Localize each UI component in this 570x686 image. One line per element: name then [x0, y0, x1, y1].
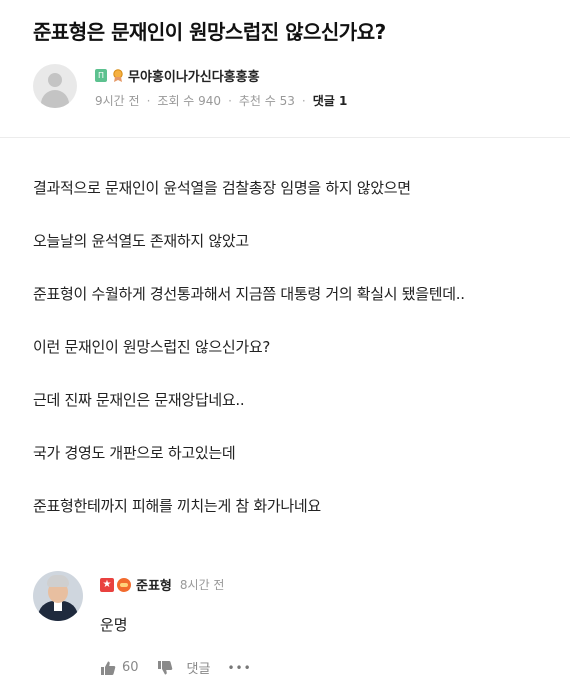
thumbs-up-icon[interactable] — [100, 660, 116, 676]
author-line: Π 무야홍이나가신다홍홍홍 — [95, 66, 260, 85]
comment-item: ★ 준표형 8시간 전 운명 60 댓글 ••• — [33, 571, 553, 681]
post-meta: 9시간 전 · 조회 수 940 · 추천 수 53 · 댓글 1 — [95, 92, 347, 109]
post-paragraph: 준표형한테까지 피해를 끼치는게 참 화가나네요 — [33, 497, 321, 515]
reply-button[interactable]: 댓글 — [187, 658, 211, 677]
more-options-icon[interactable]: ••• — [227, 661, 251, 675]
star-badge-icon: ★ — [100, 577, 114, 592]
post-paragraph: 이런 문재인이 원망스럽진 않으신가요? — [33, 338, 271, 356]
thumbs-down-icon[interactable] — [157, 660, 173, 676]
commenter-avatar[interactable] — [33, 571, 83, 621]
meta-separator: · — [146, 93, 151, 108]
post-body: 결과적으로 문재인이 윤석열을 검찰총장 임명을 하지 않았으면 오늘날의 윤석… — [33, 178, 553, 549]
post-paragraph: 준표형이 수월하게 경선통과해서 지금쯤 대통령 거의 확실시 됐을텐데.. — [33, 285, 465, 303]
comment-text: 운명 — [100, 616, 128, 634]
level-badge-icon: Π — [95, 69, 107, 82]
commenter-line: ★ 준표형 8시간 전 — [100, 575, 224, 594]
post-paragraph: 오늘날의 윤석열도 존재하지 않았고 — [33, 232, 249, 250]
view-count: 조회 수 940 — [157, 94, 222, 108]
post-paragraph: 결과적으로 문재인이 윤석열을 검찰총장 임명을 하지 않았으면 — [33, 179, 411, 197]
author-avatar[interactable] — [33, 64, 77, 108]
like-count: 60 — [122, 660, 139, 675]
medal-icon — [113, 68, 123, 82]
comment-time: 8시간 전 — [179, 578, 225, 592]
meta-separator: · — [301, 93, 306, 108]
comment-count-link[interactable]: 댓글 1 — [313, 92, 348, 109]
post-paragraph: 국가 경영도 개판으로 하고있는데 — [33, 444, 236, 462]
commenter-name[interactable]: 준표형 — [136, 575, 172, 594]
meta-separator: · — [228, 93, 232, 108]
post-title: 준표형은 문재인이 원망스럽진 않으신가요? — [33, 20, 386, 44]
party-badge-icon — [117, 577, 131, 592]
post-paragraph: 근데 진짜 문재인은 문재앙답네요.. — [33, 391, 245, 409]
recommend-count: 추천 수 53 — [238, 94, 295, 108]
header-divider — [0, 137, 570, 138]
comment-actions: 60 댓글 ••• — [100, 658, 252, 677]
post-time: 9시간 전 — [95, 94, 140, 108]
author-name[interactable]: 무야홍이나가신다홍홍홍 — [128, 66, 260, 85]
